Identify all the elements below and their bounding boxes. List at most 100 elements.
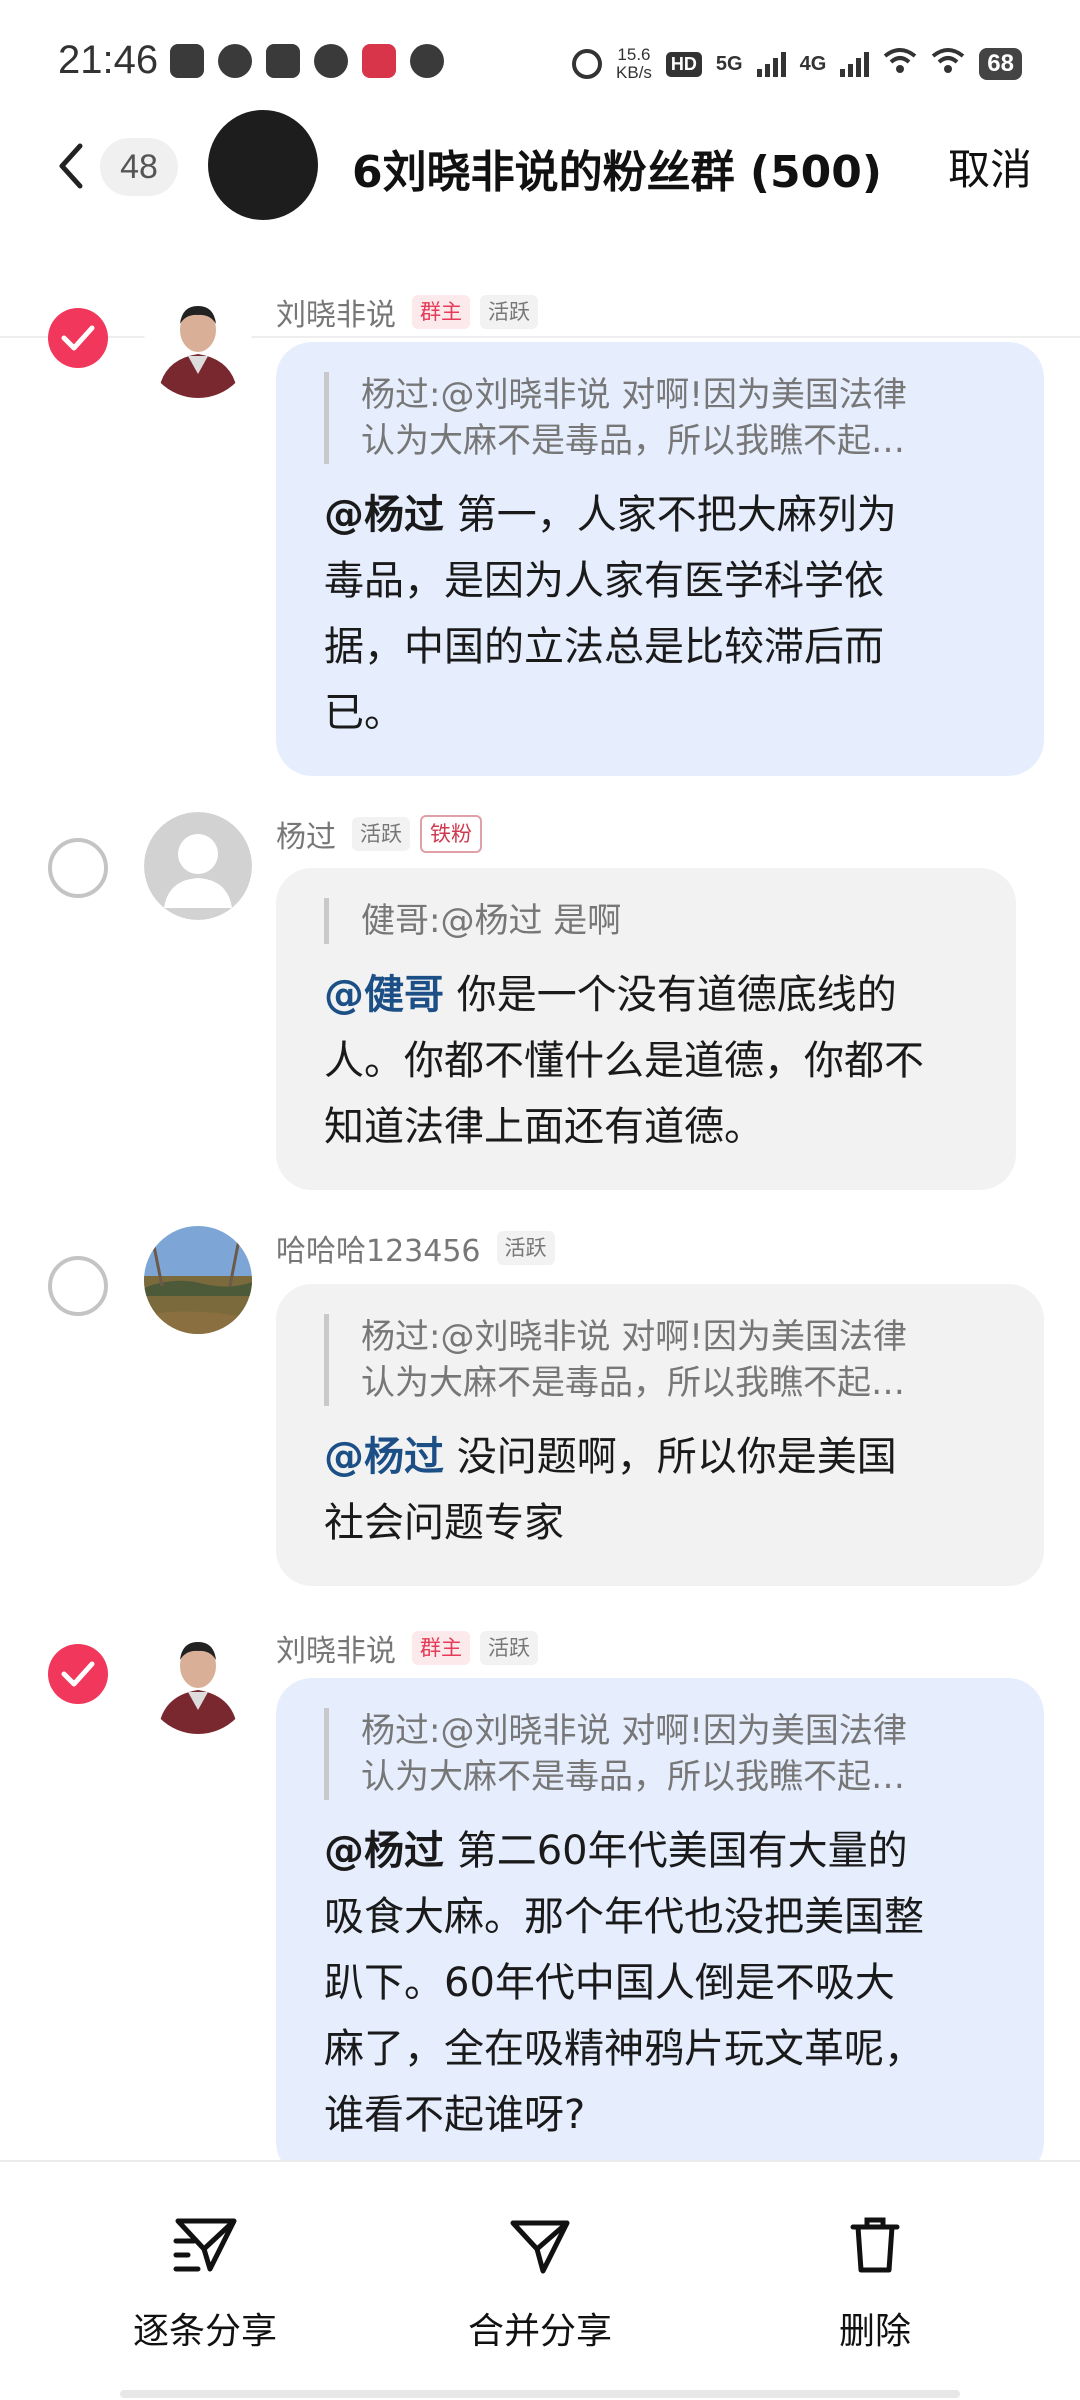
quoted-message[interactable]: 杨过:@刘晓非说 对啊!因为美国法律 认为大麻不是毒品，所以我瞧不起… xyxy=(324,372,998,464)
sender-name[interactable]: 杨过 xyxy=(276,812,336,856)
message-bubble[interactable]: 杨过:@刘晓非说 对啊!因为美国法律 认为大麻不是毒品，所以我瞧不起… @杨过 … xyxy=(276,1678,1044,2178)
signal-icon xyxy=(756,51,786,77)
sender-name[interactable]: 哈哈哈123456 xyxy=(276,1226,481,1270)
network-label-5g: 5G xyxy=(715,52,743,75)
app-icon xyxy=(362,44,396,78)
sender-row: 哈哈哈123456 活跃 xyxy=(276,1226,555,1270)
share-merged-icon xyxy=(510,2220,570,2274)
trash-icon xyxy=(850,2217,900,2273)
select-checkbox[interactable] xyxy=(48,1644,108,1704)
battery-indicator: 68 xyxy=(979,48,1022,80)
sender-name[interactable]: 刘晓非说 xyxy=(276,1626,396,1670)
message-text: @杨过 第一，人家不把大麻列为 毒品，是因为人家有医学科学依 据，中国的立法总是… xyxy=(324,482,998,746)
text-line: 据，中国的立法总是比较滞后而 xyxy=(324,624,884,670)
quote-line: 杨过:@刘晓非说 对啊!因为美国法律 xyxy=(361,375,907,415)
tiktok-icon xyxy=(170,44,204,78)
app-icon xyxy=(266,44,300,78)
select-checkbox[interactable] xyxy=(48,308,108,368)
text-line: 麻了，全在吸精神鸦片玩文革呢， xyxy=(324,2026,924,2072)
mention[interactable]: @杨过 xyxy=(324,1828,444,1874)
text-line: 你是一个没有道德底线的 xyxy=(444,972,897,1018)
sender-row: 刘晓非说 群主 活跃 xyxy=(276,1626,538,1670)
wifi-icon xyxy=(883,46,917,82)
alarm-icon xyxy=(572,49,603,79)
avatar[interactable] xyxy=(144,1226,252,1334)
text-line: 没问题啊，所以你是美国 xyxy=(444,1434,897,1480)
net-speed: 15.6 KB/s xyxy=(616,46,652,82)
message-bubble[interactable]: 杨过:@刘晓非说 对啊!因为美国法律 认为大麻不是毒品，所以我瞧不起… @杨过 … xyxy=(276,342,1044,776)
share-each-button[interactable]: 逐条分享 xyxy=(120,2210,290,2354)
quote-line: 认为大麻不是毒品，所以我瞧不起… xyxy=(361,1757,905,1797)
wifi-icon xyxy=(931,46,965,82)
network-label-4g: 4G xyxy=(799,52,827,75)
select-checkbox[interactable] xyxy=(48,1256,108,1316)
quote-line: 杨过:@刘晓非说 对啊!因为美国法律 xyxy=(361,1317,907,1357)
quote-line: 认为大麻不是毒品，所以我瞧不起… xyxy=(361,1363,905,1403)
cancel-button[interactable]: 取消 xyxy=(948,136,1032,197)
check-icon xyxy=(61,325,95,351)
active-tag: 活跃 xyxy=(352,817,410,851)
mention[interactable]: @杨过 xyxy=(324,1434,444,1480)
sender-row: 刘晓非说 群主 活跃 xyxy=(276,290,538,334)
back-icon[interactable] xyxy=(52,138,92,194)
status-bar: 21:46 15.6 KB/s HD 5G 4G 68 xyxy=(0,0,1080,120)
text-line: 吸食大麻。那个年代也没把美国整 xyxy=(324,1894,924,1940)
message-text: @杨过 没问题啊，所以你是美国 社会问题专家 xyxy=(324,1424,998,1556)
text-line: 毒品，是因为人家有医学科学依 xyxy=(324,558,884,604)
active-tag: 活跃 xyxy=(496,1231,555,1265)
bottom-action-bar: 逐条分享 合并分享 删除 xyxy=(0,2162,1080,2400)
fan-tag: 铁粉 xyxy=(420,815,482,853)
text-line: 知道法律上面还有道德。 xyxy=(324,1104,764,1150)
quote-line: 认为大麻不是毒品，所以我瞧不起… xyxy=(361,421,905,461)
message-bubble[interactable]: 健哥:@杨过 是啊 @健哥 你是一个没有道德底线的 人。你都不懂什么是道德，你都… xyxy=(276,868,1016,1190)
text-line: 第一，人家不把大麻列为 xyxy=(444,492,897,538)
quoted-message[interactable]: 杨过:@刘晓非说 对啊!因为美国法律 认为大麻不是毒品，所以我瞧不起… xyxy=(324,1708,998,1800)
chat-icon xyxy=(410,44,444,78)
home-indicator xyxy=(120,2390,960,2398)
app-icon xyxy=(314,44,348,78)
sender-name[interactable]: 刘晓非说 xyxy=(276,290,396,334)
avatar[interactable] xyxy=(144,290,252,398)
quote-line: 健哥:@杨过 是啊 xyxy=(361,901,622,941)
message-text: @健哥 你是一个没有道德底线的 人。你都不懂什么是道德，你都不 知道法律上面还有… xyxy=(324,962,970,1160)
avatar[interactable] xyxy=(144,1626,252,1734)
select-checkbox[interactable] xyxy=(48,838,108,898)
share-merged-button[interactable]: 合并分享 xyxy=(455,2210,625,2354)
net-speed-value: 15.6 xyxy=(617,45,651,64)
owner-tag: 群主 xyxy=(412,295,470,329)
status-time: 21:46 xyxy=(58,38,159,82)
mention[interactable]: @杨过 xyxy=(324,492,444,538)
notification-icons xyxy=(170,44,444,78)
delete-label: 删除 xyxy=(838,2311,911,2352)
hd-badge: HD xyxy=(665,51,702,77)
text-line: 社会问题专家 xyxy=(324,1500,564,1546)
mention[interactable]: @健哥 xyxy=(324,972,444,1018)
avatar[interactable] xyxy=(144,812,252,920)
text-line: 谁看不起谁呀? xyxy=(324,2092,586,2138)
active-tag: 活跃 xyxy=(480,295,538,329)
quote-line: 杨过:@刘晓非说 对啊!因为美国法律 xyxy=(361,1711,907,1751)
sender-row: 杨过 活跃 铁粉 xyxy=(276,812,482,856)
system-icons: 15.6 KB/s HD 5G 4G 68 xyxy=(572,46,1022,82)
net-speed-unit: KB/s xyxy=(616,63,652,82)
message-app-icon xyxy=(218,44,252,78)
check-icon xyxy=(61,1661,95,1687)
chat-header: 48 6刘晓非说的粉丝群 (500) 取消 xyxy=(0,110,1080,338)
group-avatar[interactable] xyxy=(208,110,318,220)
quoted-message[interactable]: 杨过:@刘晓非说 对啊!因为美国法律 认为大麻不是毒品，所以我瞧不起… xyxy=(324,1314,998,1406)
delete-button[interactable]: 删除 xyxy=(800,2210,950,2354)
group-title: 6刘晓非说的粉丝群 (500) xyxy=(352,147,882,198)
text-line: 已。 xyxy=(324,690,404,736)
message-text: @杨过 第二60年代美国有大量的 吸食大麻。那个年代也没把美国整 趴下。60年代… xyxy=(324,1818,998,2148)
owner-tag: 群主 xyxy=(412,1631,470,1665)
unread-count-badge[interactable]: 48 xyxy=(100,138,178,196)
message-bubble[interactable]: 杨过:@刘晓非说 对啊!因为美国法律 认为大麻不是毒品，所以我瞧不起… @杨过 … xyxy=(276,1284,1044,1586)
text-line: 人。你都不懂什么是道德，你都不 xyxy=(324,1038,924,1084)
share-each-icon xyxy=(173,2218,237,2272)
share-merged-label: 合并分享 xyxy=(467,2311,612,2352)
text-line: 第二60年代美国有大量的 xyxy=(444,1828,908,1874)
text-line: 趴下。60年代中国人倒是不吸大 xyxy=(324,1960,895,2006)
active-tag: 活跃 xyxy=(480,1631,538,1665)
share-each-label: 逐条分享 xyxy=(132,2311,277,2352)
quoted-message[interactable]: 健哥:@杨过 是啊 xyxy=(324,898,970,944)
